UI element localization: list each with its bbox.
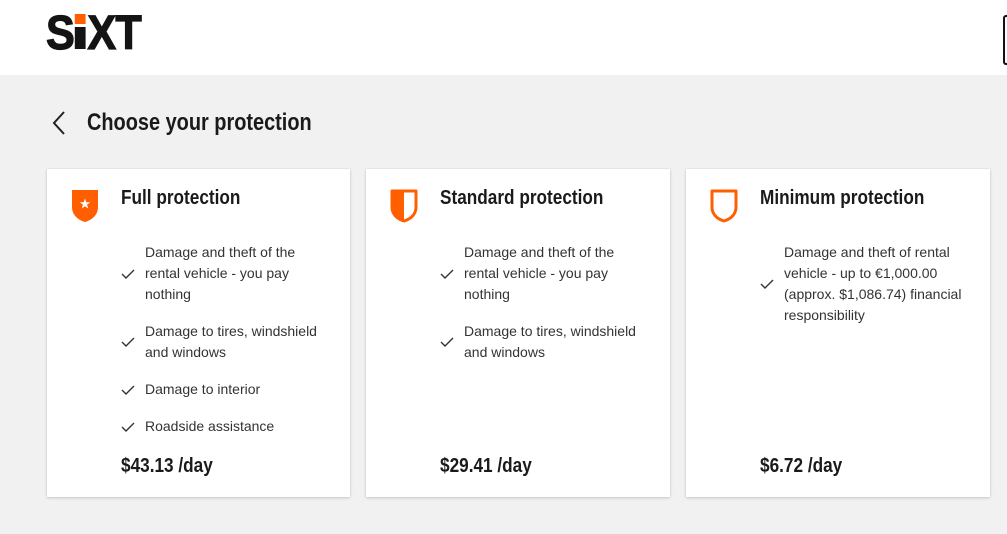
feature-text: Roadside assistance bbox=[145, 418, 275, 434]
price-per-day: $6.72 /day bbox=[760, 455, 843, 477]
check-icon bbox=[440, 337, 454, 347]
feature-list: Damage and theft of rental vehicle - up … bbox=[760, 242, 968, 342]
protection-title: Minimum protection bbox=[760, 187, 925, 209]
logo-letter: S bbox=[45, 7, 75, 60]
sixt-logo[interactable]: S XT bbox=[45, 7, 142, 60]
protection-title: Full protection bbox=[121, 187, 241, 209]
check-icon bbox=[121, 422, 135, 432]
feature-item: Damage and theft of the rental vehicle -… bbox=[440, 242, 648, 305]
feature-item: Roadside assistance bbox=[121, 416, 329, 437]
protection-card-minimum[interactable]: Minimum protection Damage and theft of r… bbox=[686, 169, 990, 497]
feature-text: Damage to tires, windshield and windows bbox=[464, 323, 636, 360]
feature-text: Damage and theft of the rental vehicle -… bbox=[145, 244, 296, 302]
feature-text: Damage and theft of the rental vehicle -… bbox=[464, 244, 615, 302]
shield-half-icon bbox=[390, 189, 418, 223]
check-icon bbox=[121, 337, 135, 347]
logo-letter: T bbox=[115, 7, 142, 60]
protection-title: Standard protection bbox=[440, 187, 604, 209]
feature-list: Damage and theft of the rental vehicle -… bbox=[121, 242, 329, 453]
chevron-left-icon bbox=[52, 111, 65, 135]
protection-card-standard[interactable]: Standard protection Damage and theft of … bbox=[366, 169, 670, 497]
header-menu-button[interactable] bbox=[1003, 15, 1007, 65]
check-icon bbox=[760, 279, 774, 289]
protection-card-full[interactable]: Full protection Damage and theft of the … bbox=[47, 169, 350, 497]
feature-item: Damage to tires, windshield and windows bbox=[440, 321, 648, 363]
logo-i-stem bbox=[74, 27, 86, 49]
page-title: Choose your protection bbox=[87, 109, 312, 136]
shield-outline-icon bbox=[710, 189, 738, 223]
check-icon bbox=[440, 269, 454, 279]
check-icon bbox=[121, 269, 135, 279]
feature-item: Damage and theft of rental vehicle - up … bbox=[760, 242, 968, 326]
shield-star-icon bbox=[72, 190, 98, 222]
feature-item: Damage and theft of the rental vehicle -… bbox=[121, 242, 329, 305]
price-per-day: $29.41 /day bbox=[440, 455, 532, 477]
top-header: S XT bbox=[0, 0, 1007, 75]
feature-text: Damage to tires, windshield and windows bbox=[145, 323, 317, 360]
feature-item: Damage to tires, windshield and windows bbox=[121, 321, 329, 363]
check-icon bbox=[121, 385, 135, 395]
logo-i-glyph bbox=[74, 14, 86, 49]
feature-text: Damage to interior bbox=[145, 381, 261, 397]
feature-list: Damage and theft of the rental vehicle -… bbox=[440, 242, 648, 379]
feature-item: Damage to interior bbox=[121, 379, 329, 400]
back-button[interactable] bbox=[52, 111, 66, 135]
feature-text: Damage and theft of rental vehicle - up … bbox=[784, 244, 962, 323]
price-per-day: $43.13 /day bbox=[121, 455, 213, 477]
logo-orange-dot bbox=[74, 14, 86, 24]
logo-letter: X bbox=[87, 7, 117, 60]
